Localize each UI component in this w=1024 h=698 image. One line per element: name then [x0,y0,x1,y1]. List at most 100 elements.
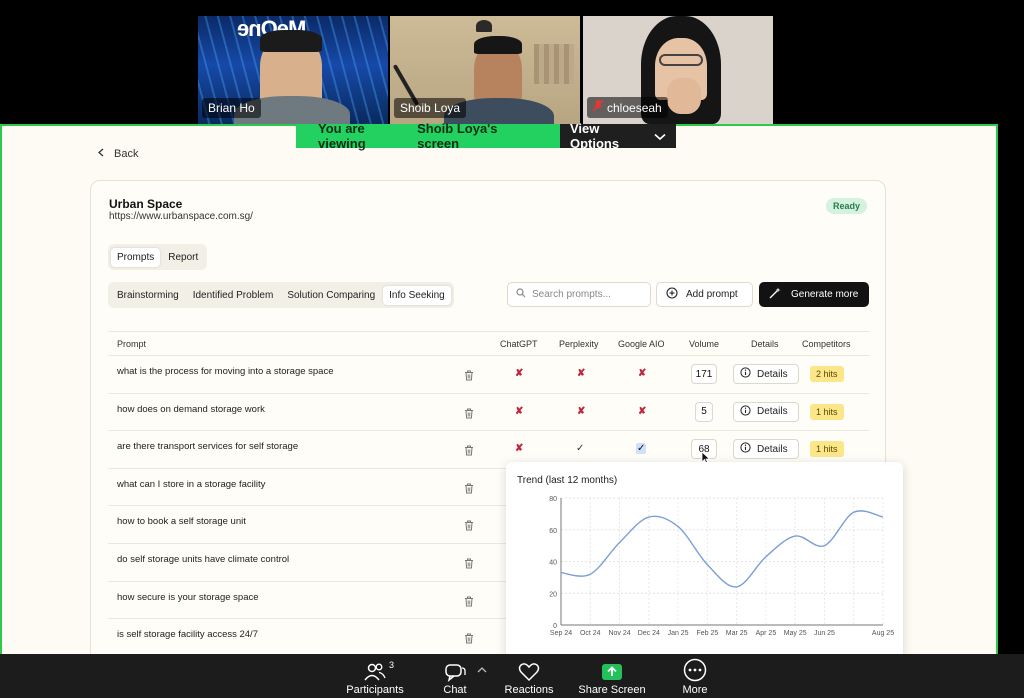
column-google-aio: Google AIO [618,339,665,349]
trash-icon[interactable] [464,481,474,499]
competitors-badge[interactable]: 1 hits [810,441,844,458]
meeting-toolbar: 3 Participants Chat Reactions Share Scre… [0,654,1024,698]
tab-identified-problem[interactable]: Identified Problem [187,286,280,305]
generate-more-button[interactable]: Generate more [759,282,869,307]
participant-name-tag: Shoib Loya [394,98,467,118]
reactions-label: Reactions [504,684,554,696]
screen-share-banner: You are viewing Shoib Loya's screen View… [296,121,676,151]
more-button[interactable]: More [678,654,712,698]
table-row: how does on demand storage work ✘ ✘ ✘ 5 … [108,394,869,432]
view-options-button[interactable]: View Options [560,121,676,151]
tab-prompts[interactable]: Prompts [111,247,161,267]
y-tick-label: 80 [549,496,557,503]
trash-icon[interactable] [464,443,474,461]
column-details: Details [751,339,779,349]
details-label: Details [757,368,788,380]
competitors-badge[interactable]: 1 hits [810,403,844,420]
chevron-down-icon [654,129,666,144]
prompt-text: do self storage units have climate contr… [117,553,290,565]
details-button[interactable]: Details [733,364,799,384]
video-tile-shoib-loya[interactable]: Shoib Loya [390,16,580,124]
perplexity-status: ✘ [577,368,586,379]
y-tick-label: 0 [553,623,557,630]
generate-more-label: Generate more [791,289,859,300]
trash-icon[interactable] [464,556,474,574]
zoom-meeting-window: MeOne Brian Ho Shoib Loya chloeseah Back… [0,0,1024,698]
x-tick-label: Sep 24 [550,630,572,637]
trend-chart: 0 20 40 60 80 Sep 24 Oct 24 Nov 24 Dec 24 Jan 25 F… [549,496,894,637]
volume-value: 5 [695,401,713,422]
share-screen-label: Share Screen [578,684,646,696]
details-label: Details [757,406,788,418]
prompt-text: what is the process for moving into a st… [117,366,334,377]
add-prompt-button[interactable]: Add prompt [656,282,753,307]
back-link[interactable]: Back [98,148,138,160]
google-aio-status: ✘ [638,405,647,417]
prompt-text: how secure is your storage space [117,591,259,603]
participants-button[interactable]: 3 Participants [344,654,406,698]
trash-icon[interactable] [464,368,474,386]
prompt-text: what can I store in a storage facility [117,478,266,490]
participant-hair [474,36,522,54]
column-chatgpt: ChatGPT [500,339,538,349]
share-screen-button[interactable]: Share Screen [576,654,648,698]
info-icon [740,404,751,419]
reactions-button[interactable]: Reactions [502,654,556,698]
site-url[interactable]: https://www.urbanspace.com.sg/ [109,211,253,222]
table-row: what is the process for moving into a st… [108,356,869,394]
more-label: More [682,684,708,696]
perplexity-status: ✘ [577,405,586,417]
chevron-left-icon [98,148,104,160]
info-icon [740,442,751,456]
participant-hand [667,78,701,114]
viewing-prefix: You are viewing [318,121,366,151]
presenter-name: Shoib Loya's screen [417,121,498,151]
x-tick-label: Nov 24 [608,630,630,637]
chatgpt-status: ✘ [515,368,524,379]
column-prompt: Prompt [117,339,147,349]
participant-name-tag: Brian Ho [202,98,261,118]
x-tick-label: Mar 25 [726,630,748,637]
add-prompt-label: Add prompt [686,289,738,300]
chat-options-caret-icon[interactable] [477,660,487,678]
main-tabs: Prompts Report [108,244,208,270]
perplexity-status: ✓ [576,443,585,455]
details-button[interactable]: Details [733,401,799,422]
trash-icon[interactable] [464,406,474,424]
tab-brainstorming[interactable]: Brainstorming [111,286,185,305]
tab-solution-comparing[interactable]: Solution Comparing [281,286,381,305]
video-tile-brian-ho[interactable]: MeOne Brian Ho [198,16,388,124]
table-header: Prompt ChatGPT Perplexity Google AIO Vol… [108,332,869,356]
chat-icon [444,662,466,682]
chatgpt-status: ✘ [515,405,524,417]
participant-name: chloeseah [607,100,662,115]
x-tick-label: Aug 25 [872,630,894,637]
site-name: Urban Space [109,197,183,211]
chat-label: Chat [443,684,467,696]
microphone-muted-icon [592,99,604,115]
tab-report[interactable]: Report [162,248,204,267]
column-volume: Volume [689,339,720,349]
chat-button[interactable]: Chat [438,654,472,698]
google-aio-status: ✘ [638,368,647,379]
details-button[interactable]: Details [733,439,799,460]
competitors-badge[interactable]: 2 hits [810,366,844,382]
prompt-text: how to book a self storage unit [117,516,246,528]
x-tick-label: Jun 25 [814,630,835,637]
video-tile-chloeseah[interactable]: chloeseah [583,16,773,124]
trash-icon[interactable] [464,594,474,612]
trash-icon[interactable] [464,518,474,536]
share-screen-icon [601,662,623,682]
more-dots-icon [683,658,707,682]
participant-name-tag: chloeseah [587,97,668,118]
trash-icon[interactable] [464,631,474,649]
prompt-text: how does on demand storage work [117,403,265,415]
category-tabs: Brainstorming Identified Problem Solutio… [108,282,454,308]
search-input[interactable]: Search prompts... [507,282,651,307]
y-tick-label: 20 [549,591,557,598]
tab-info-seeking[interactable]: Info Seeking [383,285,451,305]
y-tick-label: 60 [549,528,557,535]
trend-popover: Trend (last 12 months) 0 20 40 60 80 Sep 24 Oc… [506,462,903,654]
google-aio-status: ✓ [636,443,647,455]
x-tick-label: Oct 24 [580,630,601,637]
